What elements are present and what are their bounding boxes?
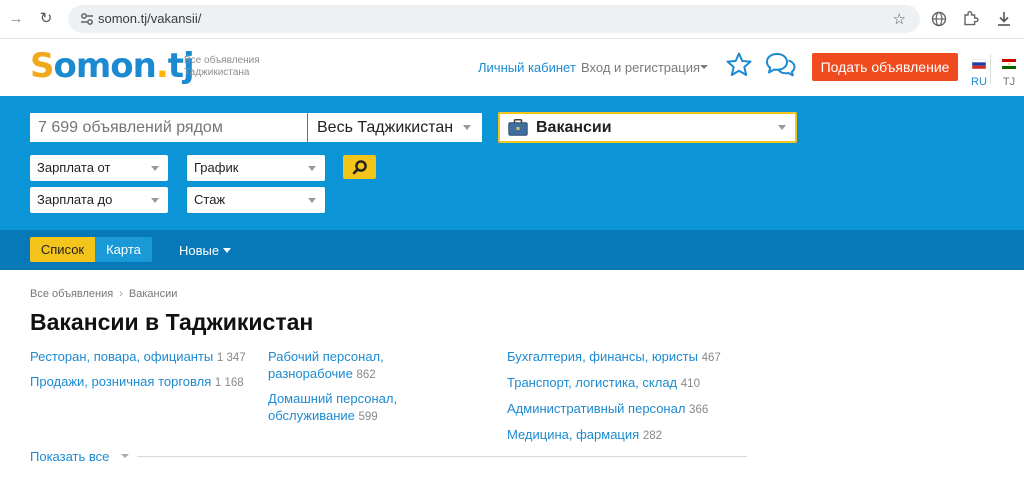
category-column-2: Рабочий персонал, разнорабочие 862 Домаш… [268,348,448,432]
category-link[interactable]: Транспорт, логистика, склад 410 [507,374,767,393]
salary-from-select[interactable]: Зарплата от [30,155,168,181]
category-link[interactable]: Административный персонал 366 [507,400,767,419]
breadcrumb-current: Вакансии [128,288,178,300]
lang-tj[interactable]: TJ [1001,56,1017,89]
region-select[interactable]: Весь Таджикистан [308,113,482,142]
chevron-down-icon[interactable] [121,454,129,458]
page-title: Вакансии в Таджикистан [30,309,314,335]
category-link[interactable]: Ресторан, повара, официанты 1 347 [30,348,255,367]
chevron-down-icon [778,125,786,130]
category-select[interactable]: Вакансии [498,112,797,143]
site-settings-icon[interactable] [79,11,95,27]
chevron-down-icon[interactable] [223,248,231,253]
list-view-button[interactable]: Список [30,237,95,262]
category-column-1: Ресторан, повара, официанты 1 347 Продаж… [30,348,255,398]
favorites-star-icon[interactable] [725,51,753,79]
chevron-down-icon [463,125,471,130]
chevron-right-icon: › [119,288,123,300]
search-panel: Весь Таджикистан Вакансии Зарплата от Гр… [0,96,1024,230]
russia-flag-icon [971,58,987,70]
url-text[interactable]: somon.tj/vakansii/ [98,11,201,26]
category-link[interactable]: Рабочий персонал, разнорабочие 862 [268,348,448,384]
post-ad-button[interactable]: Подать объявление [812,53,958,81]
messages-chat-icon[interactable] [765,51,797,79]
reload-icon[interactable]: ↻ [36,9,56,29]
chevron-down-icon [151,198,159,203]
divider [137,456,747,457]
chevron-down-icon [151,166,159,171]
salary-to-select[interactable]: Зарплата до [30,187,168,213]
lang-divider [990,54,991,84]
forward-arrow-icon[interactable]: → [6,9,26,29]
briefcase-icon [508,119,528,136]
search-icon [352,160,367,175]
chevron-down-icon [308,166,316,171]
site-header: Somon.tj Все объявления Таджикистана Лич… [0,39,1024,96]
category-column-3: Бухгалтерия, финансы, юристы 467 Транспо… [507,348,767,451]
chevron-down-icon [308,198,316,203]
address-bar[interactable]: somon.tj/vakansii/ ☆ [68,5,920,33]
somon-logo[interactable]: Somon.tj [30,45,195,87]
sort-select[interactable]: Новые [179,243,219,258]
cabinet-link[interactable]: Личный кабинет [478,60,576,75]
site-tagline: Все объявления Таджикистана [184,55,260,78]
map-view-button[interactable]: Карта [95,237,152,262]
search-input[interactable] [30,113,307,142]
search-button[interactable] [343,155,376,179]
experience-select[interactable]: Стаж [187,187,325,213]
login-register-link[interactable]: Вход и регистрация [581,60,700,75]
extensions-puzzle-icon[interactable] [960,9,980,29]
breadcrumb-root-link[interactable]: Все объявления [30,288,113,300]
category-link[interactable]: Продажи, розничная торговля 1 168 [30,373,255,392]
category-link[interactable]: Домашний персонал, обслуживание 599 [268,390,448,426]
category-link[interactable]: Бухгалтерия, финансы, юристы 467 [507,348,767,367]
breadcrumb: Все объявления › Вакансии [30,288,177,300]
bookmark-star-icon[interactable]: ☆ [893,10,906,28]
chevron-down-icon[interactable] [700,65,708,69]
download-icon[interactable] [994,9,1014,29]
category-link[interactable]: Медицина, фармация 282 [507,426,767,445]
view-switcher-bar: Список Карта Новые [0,230,1024,270]
show-all-link[interactable]: Показать все [30,449,109,464]
translate-icon[interactable] [929,9,949,29]
schedule-select[interactable]: График [187,155,325,181]
tajikistan-flag-icon [1002,59,1016,69]
lang-ru[interactable]: RU [971,56,987,89]
browser-toolbar: → ↻ somon.tj/vakansii/ ☆ [0,0,1024,39]
